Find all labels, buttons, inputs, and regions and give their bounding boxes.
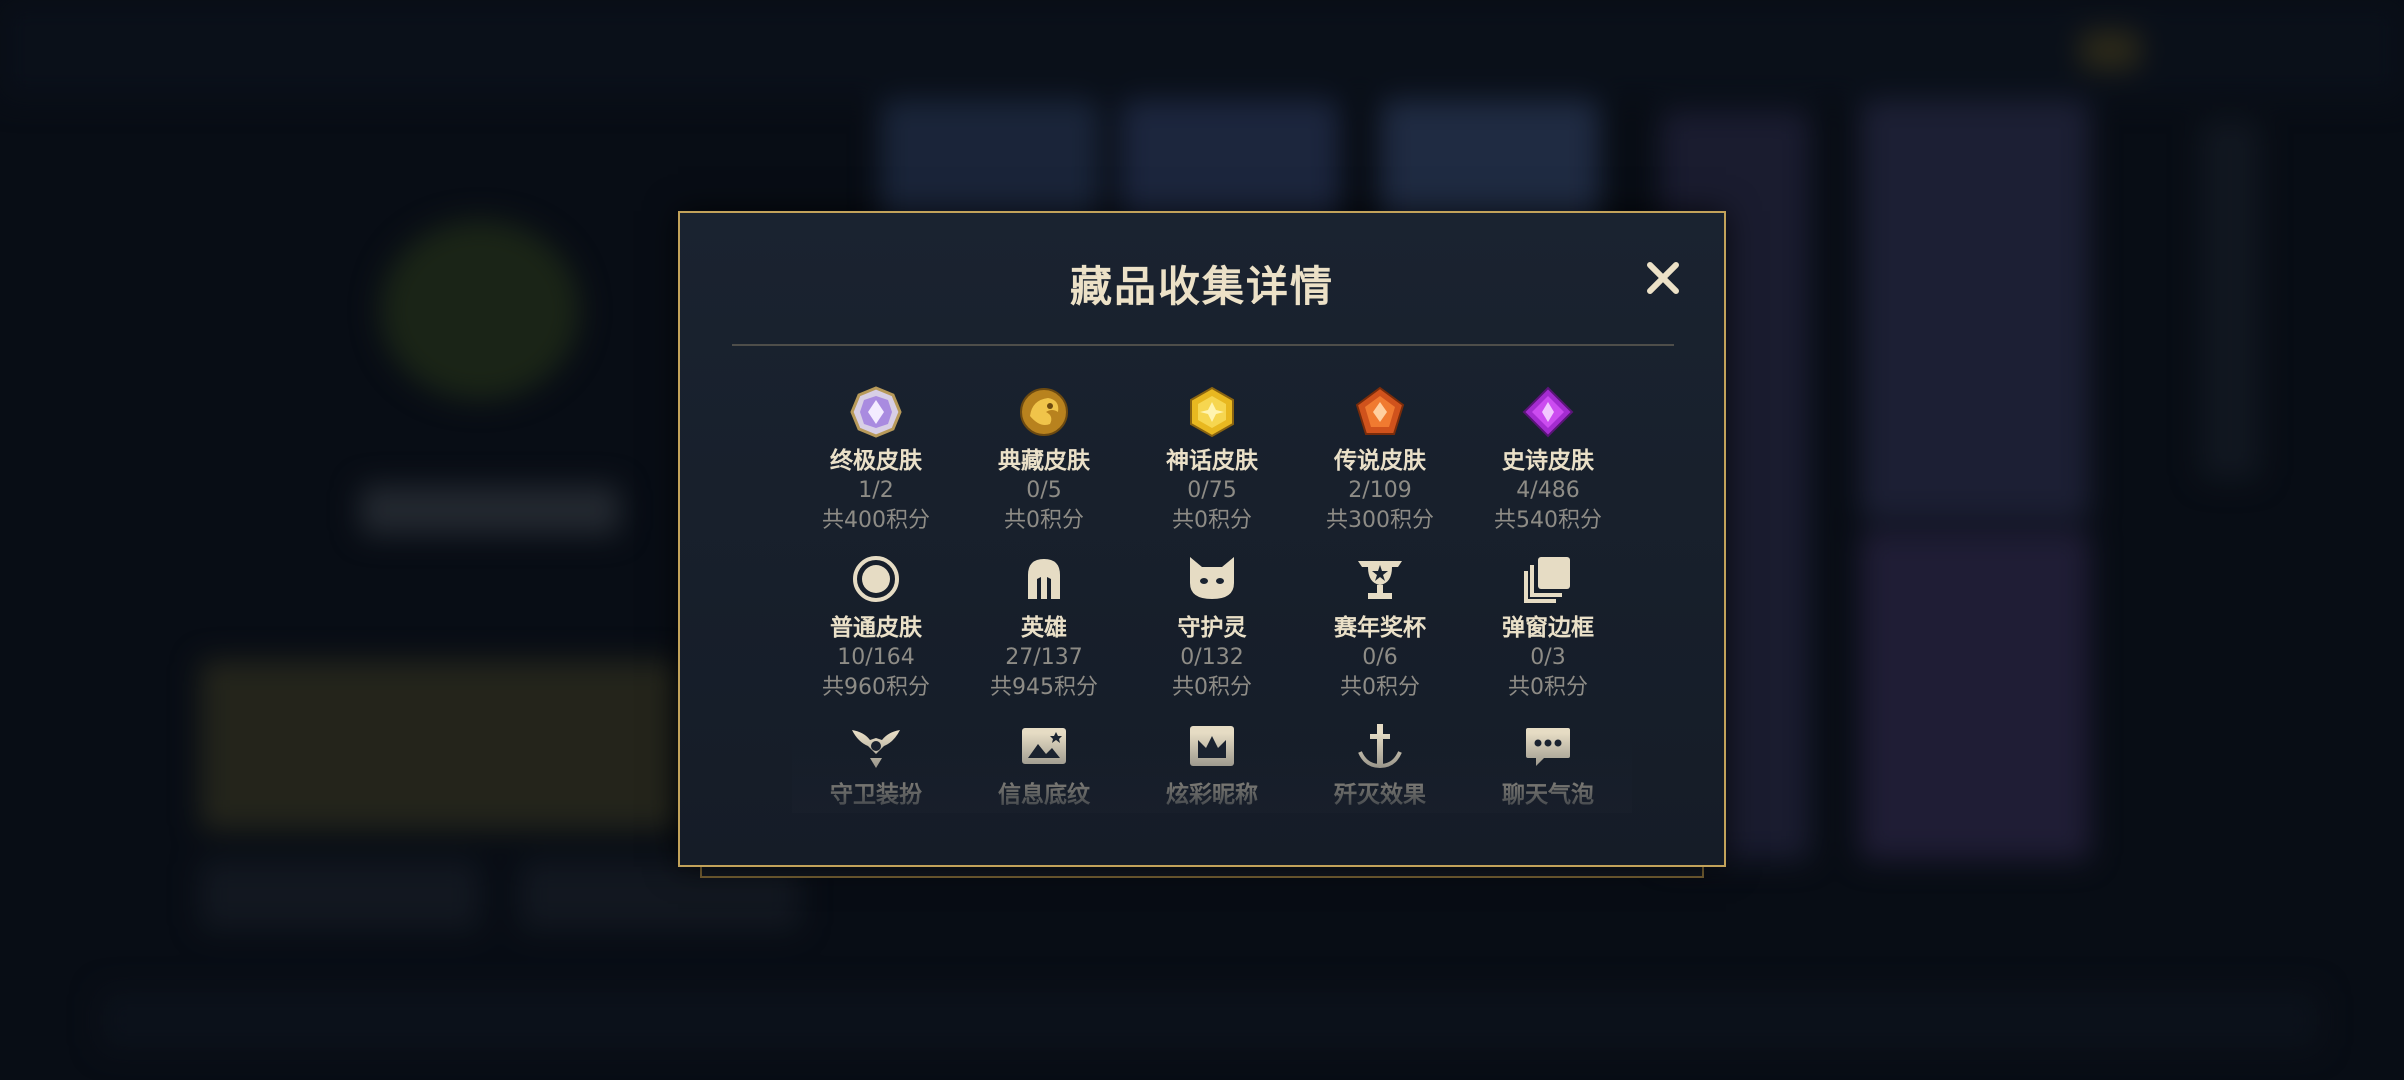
colorful-nickname-crown-icon <box>1186 720 1238 772</box>
collection-item-epic-skin[interactable]: 史诗皮肤 4/486 共540积分 <box>1464 371 1632 538</box>
item-name: 炫彩昵称 <box>1166 782 1258 808</box>
item-points: 共960积分 <box>822 675 930 700</box>
item-points: 共0积分 <box>1340 675 1420 700</box>
epic-skin-gem-icon <box>1522 386 1574 438</box>
collection-row: 守卫装扮 信息底纹 炫彩昵称 歼灭效果 聊天气泡 <box>792 705 1632 813</box>
item-name: 普通皮肤 <box>830 615 922 641</box>
item-points: 共540积分 <box>1494 508 1602 533</box>
item-name: 信息底纹 <box>998 782 1090 808</box>
collection-item-mythic-skin[interactable]: 神话皮肤 0/75 共0积分 <box>1128 371 1296 538</box>
item-name: 英雄 <box>1021 615 1067 641</box>
little-legend-face-icon <box>1186 553 1238 605</box>
standard-skin-circle-icon <box>850 553 902 605</box>
modal-base-plate <box>700 866 1704 878</box>
close-icon <box>1647 262 1679 294</box>
close-button[interactable] <box>1642 257 1684 299</box>
item-name: 聊天气泡 <box>1502 782 1594 808</box>
item-name: 传说皮肤 <box>1334 448 1426 474</box>
item-name: 守卫装扮 <box>830 782 922 808</box>
item-points: 共945积分 <box>990 675 1098 700</box>
collection-item-season-trophy[interactable]: 赛年奖杯 0/6 共0积分 <box>1296 538 1464 705</box>
collection-item-prestige-skin[interactable]: 典藏皮肤 0/5 共0积分 <box>960 371 1128 538</box>
item-count: 1/2 <box>858 478 894 503</box>
season-trophy-icon <box>1354 553 1406 605</box>
item-count: 0/5 <box>1026 478 1062 503</box>
collection-item-info-banner[interactable]: 信息底纹 <box>960 705 1128 813</box>
item-name: 歼灭效果 <box>1334 782 1426 808</box>
item-count: 0/3 <box>1530 645 1566 670</box>
prestige-skin-dragon-icon <box>1018 386 1070 438</box>
collection-row: 普通皮肤 10/164 共960积分 英雄 27/137 共945积分 守护灵 … <box>792 538 1632 705</box>
item-points: 共0积分 <box>1172 675 1252 700</box>
collection-item-ultimate-skin[interactable]: 终极皮肤 1/2 共400积分 <box>792 371 960 538</box>
chat-bubble-icon <box>1522 720 1574 772</box>
title-divider <box>732 344 1674 346</box>
collection-item-champion[interactable]: 英雄 27/137 共945积分 <box>960 538 1128 705</box>
collection-item-ace-effect[interactable]: 歼灭效果 <box>1296 705 1464 813</box>
collection-item-popup-frame[interactable]: 弹窗边框 0/3 共0积分 <box>1464 538 1632 705</box>
item-name: 弹窗边框 <box>1502 615 1594 641</box>
ace-effect-sword-icon <box>1354 720 1406 772</box>
item-count: 0/75 <box>1187 478 1237 503</box>
legendary-skin-gem-icon <box>1354 386 1406 438</box>
collection-row: 终极皮肤 1/2 共400积分 典藏皮肤 0/5 共0积分 神话皮肤 0/75 … <box>792 371 1632 538</box>
item-count: 27/137 <box>1005 645 1083 670</box>
champion-helmet-icon <box>1018 553 1070 605</box>
item-count: 2/109 <box>1348 478 1412 503</box>
item-name: 神话皮肤 <box>1166 448 1258 474</box>
item-count: 4/486 <box>1516 478 1580 503</box>
item-count: 0/6 <box>1362 645 1398 670</box>
item-name: 赛年奖杯 <box>1334 615 1426 641</box>
ward-skin-icon <box>850 720 902 772</box>
popup-frame-stack-icon <box>1522 553 1574 605</box>
item-count: 0/132 <box>1180 645 1244 670</box>
ultimate-skin-gem-icon <box>850 386 902 438</box>
item-name: 典藏皮肤 <box>998 448 1090 474</box>
collection-grid: 终极皮肤 1/2 共400积分 典藏皮肤 0/5 共0积分 神话皮肤 0/75 … <box>792 371 1632 813</box>
dialog-title: 藏品收集详情 <box>1069 262 1334 311</box>
item-points: 共400积分 <box>822 508 930 533</box>
info-banner-icon <box>1018 720 1070 772</box>
mythic-skin-gem-icon <box>1186 386 1238 438</box>
item-points: 共0积分 <box>1004 508 1084 533</box>
collection-item-colorful-nickname[interactable]: 炫彩昵称 <box>1128 705 1296 813</box>
item-points: 共0积分 <box>1172 508 1252 533</box>
item-name: 终极皮肤 <box>830 448 922 474</box>
collection-item-chat-bubble[interactable]: 聊天气泡 <box>1464 705 1632 813</box>
collection-item-little-legend[interactable]: 守护灵 0/132 共0积分 <box>1128 538 1296 705</box>
collection-item-ward-skin[interactable]: 守卫装扮 <box>792 705 960 813</box>
item-points: 共300积分 <box>1326 508 1434 533</box>
collection-item-legendary-skin[interactable]: 传说皮肤 2/109 共300积分 <box>1296 371 1464 538</box>
collection-details-dialog: 藏品收集详情 终极皮肤 1/2 共400积分 典藏皮肤 0/5 共0积分 神话皮… <box>678 211 1726 867</box>
item-points: 共0积分 <box>1508 675 1588 700</box>
item-name: 守护灵 <box>1177 615 1247 641</box>
item-count: 10/164 <box>837 645 915 670</box>
collection-item-standard-skin[interactable]: 普通皮肤 10/164 共960积分 <box>792 538 960 705</box>
item-name: 史诗皮肤 <box>1502 448 1594 474</box>
